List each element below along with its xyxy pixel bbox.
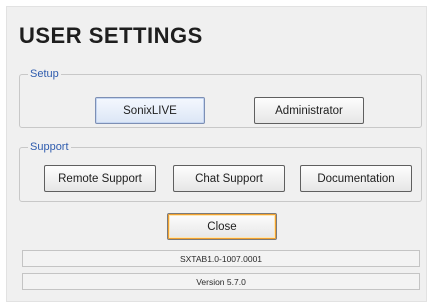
chat-support-button[interactable]: Chat Support: [173, 165, 285, 192]
support-group: Support Remote Support Chat Support Docu…: [19, 140, 422, 202]
setup-group: Setup SonixLIVE Administrator: [19, 67, 422, 128]
documentation-button[interactable]: Documentation: [300, 165, 412, 192]
setup-group-legend: Setup: [28, 67, 61, 81]
dialog-title: USER SETTINGS: [19, 23, 203, 48]
build-id-field: SXTAB1.0-1007.0001: [22, 250, 420, 267]
user-settings-dialog: USER SETTINGS Setup SonixLIVE Administra…: [6, 6, 427, 302]
version-field: Version 5.7.0: [22, 273, 420, 290]
close-button[interactable]: Close: [167, 213, 277, 240]
sonixlive-button[interactable]: SonixLIVE: [95, 97, 205, 124]
remote-support-button[interactable]: Remote Support: [44, 165, 156, 192]
administrator-button[interactable]: Administrator: [254, 97, 364, 124]
support-group-legend: Support: [28, 140, 71, 154]
